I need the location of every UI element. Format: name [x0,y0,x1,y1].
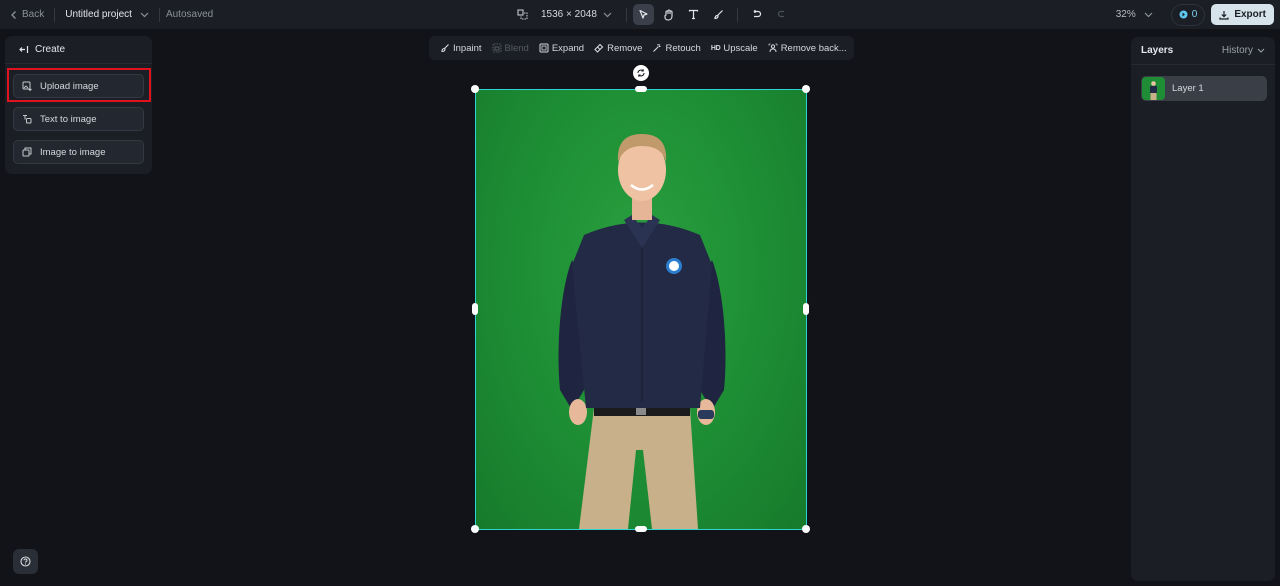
hand-icon [664,8,673,21]
retouch-button[interactable]: Retouch [647,43,705,54]
eraser-icon [594,43,604,53]
layer-item[interactable]: Layer 1 [1141,76,1267,101]
resize-handle-bottom-right[interactable] [802,525,810,533]
remove-background-button[interactable]: Remove back... [763,43,852,54]
remove-button[interactable]: Remove [589,43,647,54]
expand-button[interactable]: Expand [534,43,589,54]
credit-coin-icon [1179,10,1188,19]
text-to-image-label: Text to image [40,113,97,125]
create-panel-header[interactable]: Create [5,36,152,64]
resize-handle-right[interactable] [803,303,809,315]
resize-canvas-button[interactable] [512,4,533,25]
chevron-down-icon [603,12,612,17]
collapse-left-icon [19,46,29,53]
layer-thumbnail [1142,77,1165,100]
blend-icon [492,43,502,53]
export-button[interactable]: Export [1211,4,1274,25]
layer-name: Layer 1 [1172,83,1204,94]
redo-icon [777,10,784,18]
create-panel: Create Upload image Text to image Image … [5,36,152,174]
text-to-image-button[interactable]: Text to image [13,107,144,131]
help-icon [20,556,31,567]
canvas-dimensions: 1536 × 2048 [541,9,597,20]
inpaint-label: Inpaint [453,42,482,54]
select-tool-button[interactable] [632,4,654,25]
resize-handle-bottom-left[interactable] [471,525,479,533]
resize-handle-left[interactable] [472,303,478,315]
zoom-level: 32% [1115,9,1136,20]
history-label: History [1221,45,1253,56]
brush-tool-button[interactable] [708,4,729,25]
remove-label: Remove [607,42,643,54]
undo-icon [753,9,761,18]
back-label: Back [22,9,45,20]
create-panel-title: Create [35,44,66,55]
undo-button[interactable] [746,4,767,25]
expand-label: Expand [551,42,585,54]
image-to-image-label: Image to image [40,146,106,158]
inpaint-button[interactable]: Inpaint [435,43,487,54]
credits-badge[interactable]: 0 [1170,3,1206,26]
chevron-down-icon [1144,12,1153,17]
chevron-left-icon [11,10,16,19]
resize-handle-top-right[interactable] [802,85,810,93]
inpaint-icon [441,44,449,53]
download-icon [1219,10,1229,20]
highlight-box [7,68,151,102]
resize-handle-top[interactable] [635,86,647,92]
upscale-button[interactable]: HD Upscale [706,43,763,54]
zoom-dropdown[interactable]: 32% [1116,9,1153,20]
retouch-label: Retouch [665,42,701,54]
cursor-icon [639,9,648,19]
text-icon [688,9,698,20]
export-label: Export [1234,9,1266,20]
help-button[interactable] [13,549,38,574]
text-tool-button[interactable] [683,4,704,25]
blend-button[interactable]: Blend [487,43,534,54]
history-dropdown[interactable]: History [1222,45,1265,56]
rotate-icon [637,69,645,77]
save-status: Autosaved [165,9,214,20]
back-button[interactable]: Back [10,9,54,20]
chevron-down-icon [1257,48,1265,53]
brush-icon [714,10,723,20]
top-bar: Back Untitled project Autosaved 1536 × 2… [0,0,1280,29]
rotate-handle[interactable] [633,65,649,81]
magic-wand-icon [653,44,661,52]
project-name: Untitled project [65,9,132,20]
credits-count: 0 [1191,9,1198,20]
chevron-down-icon [140,12,149,17]
divider [625,7,627,22]
expand-icon [539,43,549,53]
remove-background-label: Remove back... [780,42,847,54]
text-to-image-icon [23,115,32,124]
person-photo [558,134,726,529]
layers-title: Layers [1141,45,1174,56]
hand-tool-button[interactable] [658,4,679,25]
upscale-label: Upscale [723,42,758,54]
layers-panel: Layers History Layer 1 [1131,37,1275,581]
image-to-image-button[interactable]: Image to image [13,140,144,164]
divider [736,7,738,22]
layer-thumbnail-image [1150,81,1157,100]
project-name-dropdown[interactable]: Untitled project [55,9,159,20]
blend-label: Blend [504,42,529,54]
dimensions-dropdown[interactable]: 1536 × 2048 [535,9,622,20]
redo-button[interactable] [771,4,792,25]
canvas-image-layer[interactable] [476,90,806,529]
image-actions-toolbar: Inpaint Blend Expand Remove Retouch HD U… [429,36,854,60]
resize-handle-bottom[interactable] [635,526,647,532]
hd-icon: HD [710,44,721,52]
resize-icon [517,9,528,20]
image-to-image-icon [22,147,32,157]
resize-handle-top-left[interactable] [471,85,479,93]
remove-background-icon [768,43,778,53]
